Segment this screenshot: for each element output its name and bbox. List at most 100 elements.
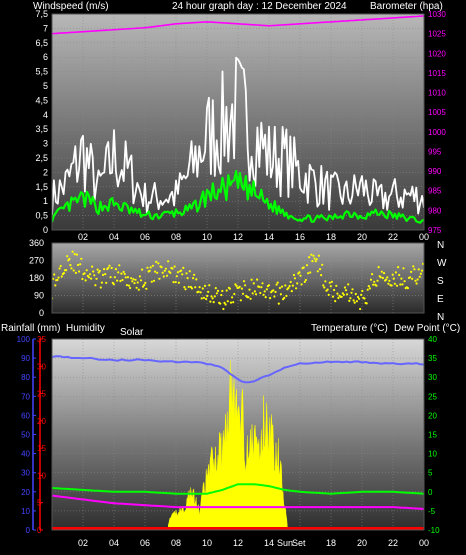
direction-left-axis: 0 90 180 270 360	[29, 238, 44, 318]
direction-point	[104, 273, 107, 276]
direction-point	[318, 268, 322, 271]
direction-point	[187, 285, 190, 288]
temperature-axis: -10 -5 0 5 10 15 20 25 30 35 40	[428, 335, 440, 535]
direction-point	[353, 301, 356, 304]
direction-point	[386, 276, 389, 279]
wind-x-tick-label: 20	[357, 232, 367, 242]
sunset-label: Set	[292, 538, 306, 548]
direction-point	[169, 271, 172, 274]
direction-point	[400, 277, 403, 280]
direction-point	[120, 272, 123, 275]
humidity-label: Humidity	[66, 323, 105, 334]
direction-point	[372, 283, 375, 286]
temperature-label: Temperature (°C)	[311, 323, 388, 334]
direction-point	[122, 270, 125, 273]
direction-point	[393, 282, 396, 285]
barometer-tick-label: 1005	[428, 108, 446, 117]
direction-point	[367, 285, 370, 288]
direction-point	[360, 293, 363, 296]
direction-point	[313, 257, 316, 260]
direction-point	[151, 264, 154, 267]
direction-point	[181, 273, 184, 276]
direction-point	[137, 288, 140, 291]
wind-x-tick-label: 16	[295, 232, 305, 242]
barometer-tick-label: 1000	[428, 128, 446, 137]
humidity-tick-label: 60	[21, 411, 30, 420]
direction-point	[394, 271, 397, 274]
direction-point	[98, 269, 101, 273]
direction-point	[133, 282, 136, 285]
direction-point	[232, 301, 235, 304]
direction-point	[298, 271, 301, 274]
direction-point	[99, 286, 102, 289]
temperature-tick-label: -10	[428, 526, 440, 535]
direction-point	[175, 275, 178, 278]
direction-point	[163, 269, 166, 272]
direction-point	[392, 277, 395, 280]
humidity-tick-label: 100	[17, 335, 31, 344]
temperature-x-tick-label: 20	[357, 538, 367, 548]
wind-x-tick-label: 04	[109, 232, 119, 242]
direction-point	[275, 283, 278, 286]
temperature-tick-label: 40	[428, 335, 437, 344]
barometer-tick-label: 1010	[428, 89, 446, 98]
temperature-x-tick-label: 08	[171, 538, 181, 548]
direction-point	[269, 297, 272, 300]
direction-point	[292, 273, 296, 277]
direction-point	[256, 278, 259, 281]
direction-point	[94, 284, 97, 287]
temperature-tick-label: 15	[428, 431, 437, 440]
rain-tick-label: 30	[37, 362, 46, 371]
direction-point	[417, 268, 420, 271]
direction-point	[351, 288, 354, 291]
direction-point	[208, 284, 211, 287]
direction-point	[290, 290, 293, 293]
temperature-x-tick-label: 10	[202, 538, 212, 548]
direction-point	[185, 272, 188, 275]
barometer-tick-label: 980	[428, 206, 442, 215]
wind-x-axis: 02 04 06 08 10 12 14 16 18 20 22 00	[78, 232, 429, 242]
direction-point	[283, 296, 286, 299]
rain-tick-label: 35	[37, 335, 46, 344]
wind-x-tick-label: 00	[419, 232, 429, 242]
direction-point	[276, 281, 279, 284]
direction-point	[127, 284, 131, 287]
direction-point	[420, 269, 424, 272]
direction-point	[222, 307, 225, 311]
direction-point	[211, 297, 214, 300]
humidity-tick-label: 40	[21, 450, 30, 459]
direction-point	[375, 284, 378, 287]
direction-point	[65, 269, 68, 272]
direction-tick-label: 180	[29, 273, 44, 283]
direction-point	[312, 254, 315, 257]
direction-point	[416, 278, 419, 281]
direction-point	[207, 290, 210, 293]
direction-point	[129, 286, 132, 290]
direction-point	[171, 267, 174, 270]
direction-point	[291, 284, 294, 287]
direction-point	[66, 255, 69, 258]
direction-point	[95, 277, 98, 280]
direction-point	[59, 264, 62, 268]
direction-point	[91, 265, 94, 268]
rain-tick-label: 25	[37, 390, 46, 399]
direction-point	[198, 286, 201, 289]
direction-point	[118, 264, 121, 267]
direction-point	[134, 278, 137, 281]
direction-point	[300, 283, 303, 286]
direction-point	[410, 270, 413, 273]
wind-tick-label: 3	[43, 139, 48, 149]
direction-point	[376, 279, 379, 282]
direction-point	[241, 292, 245, 295]
direction-point	[215, 292, 218, 295]
direction-point	[403, 280, 406, 283]
direction-point	[402, 267, 405, 270]
direction-point	[261, 282, 264, 285]
direction-point	[262, 293, 265, 296]
direction-point	[157, 262, 160, 265]
direction-point	[390, 284, 393, 287]
direction-point	[303, 280, 306, 283]
direction-point	[336, 292, 339, 295]
direction-point	[277, 302, 280, 305]
dewpoint-label: Dew Point (°C)	[394, 323, 460, 334]
